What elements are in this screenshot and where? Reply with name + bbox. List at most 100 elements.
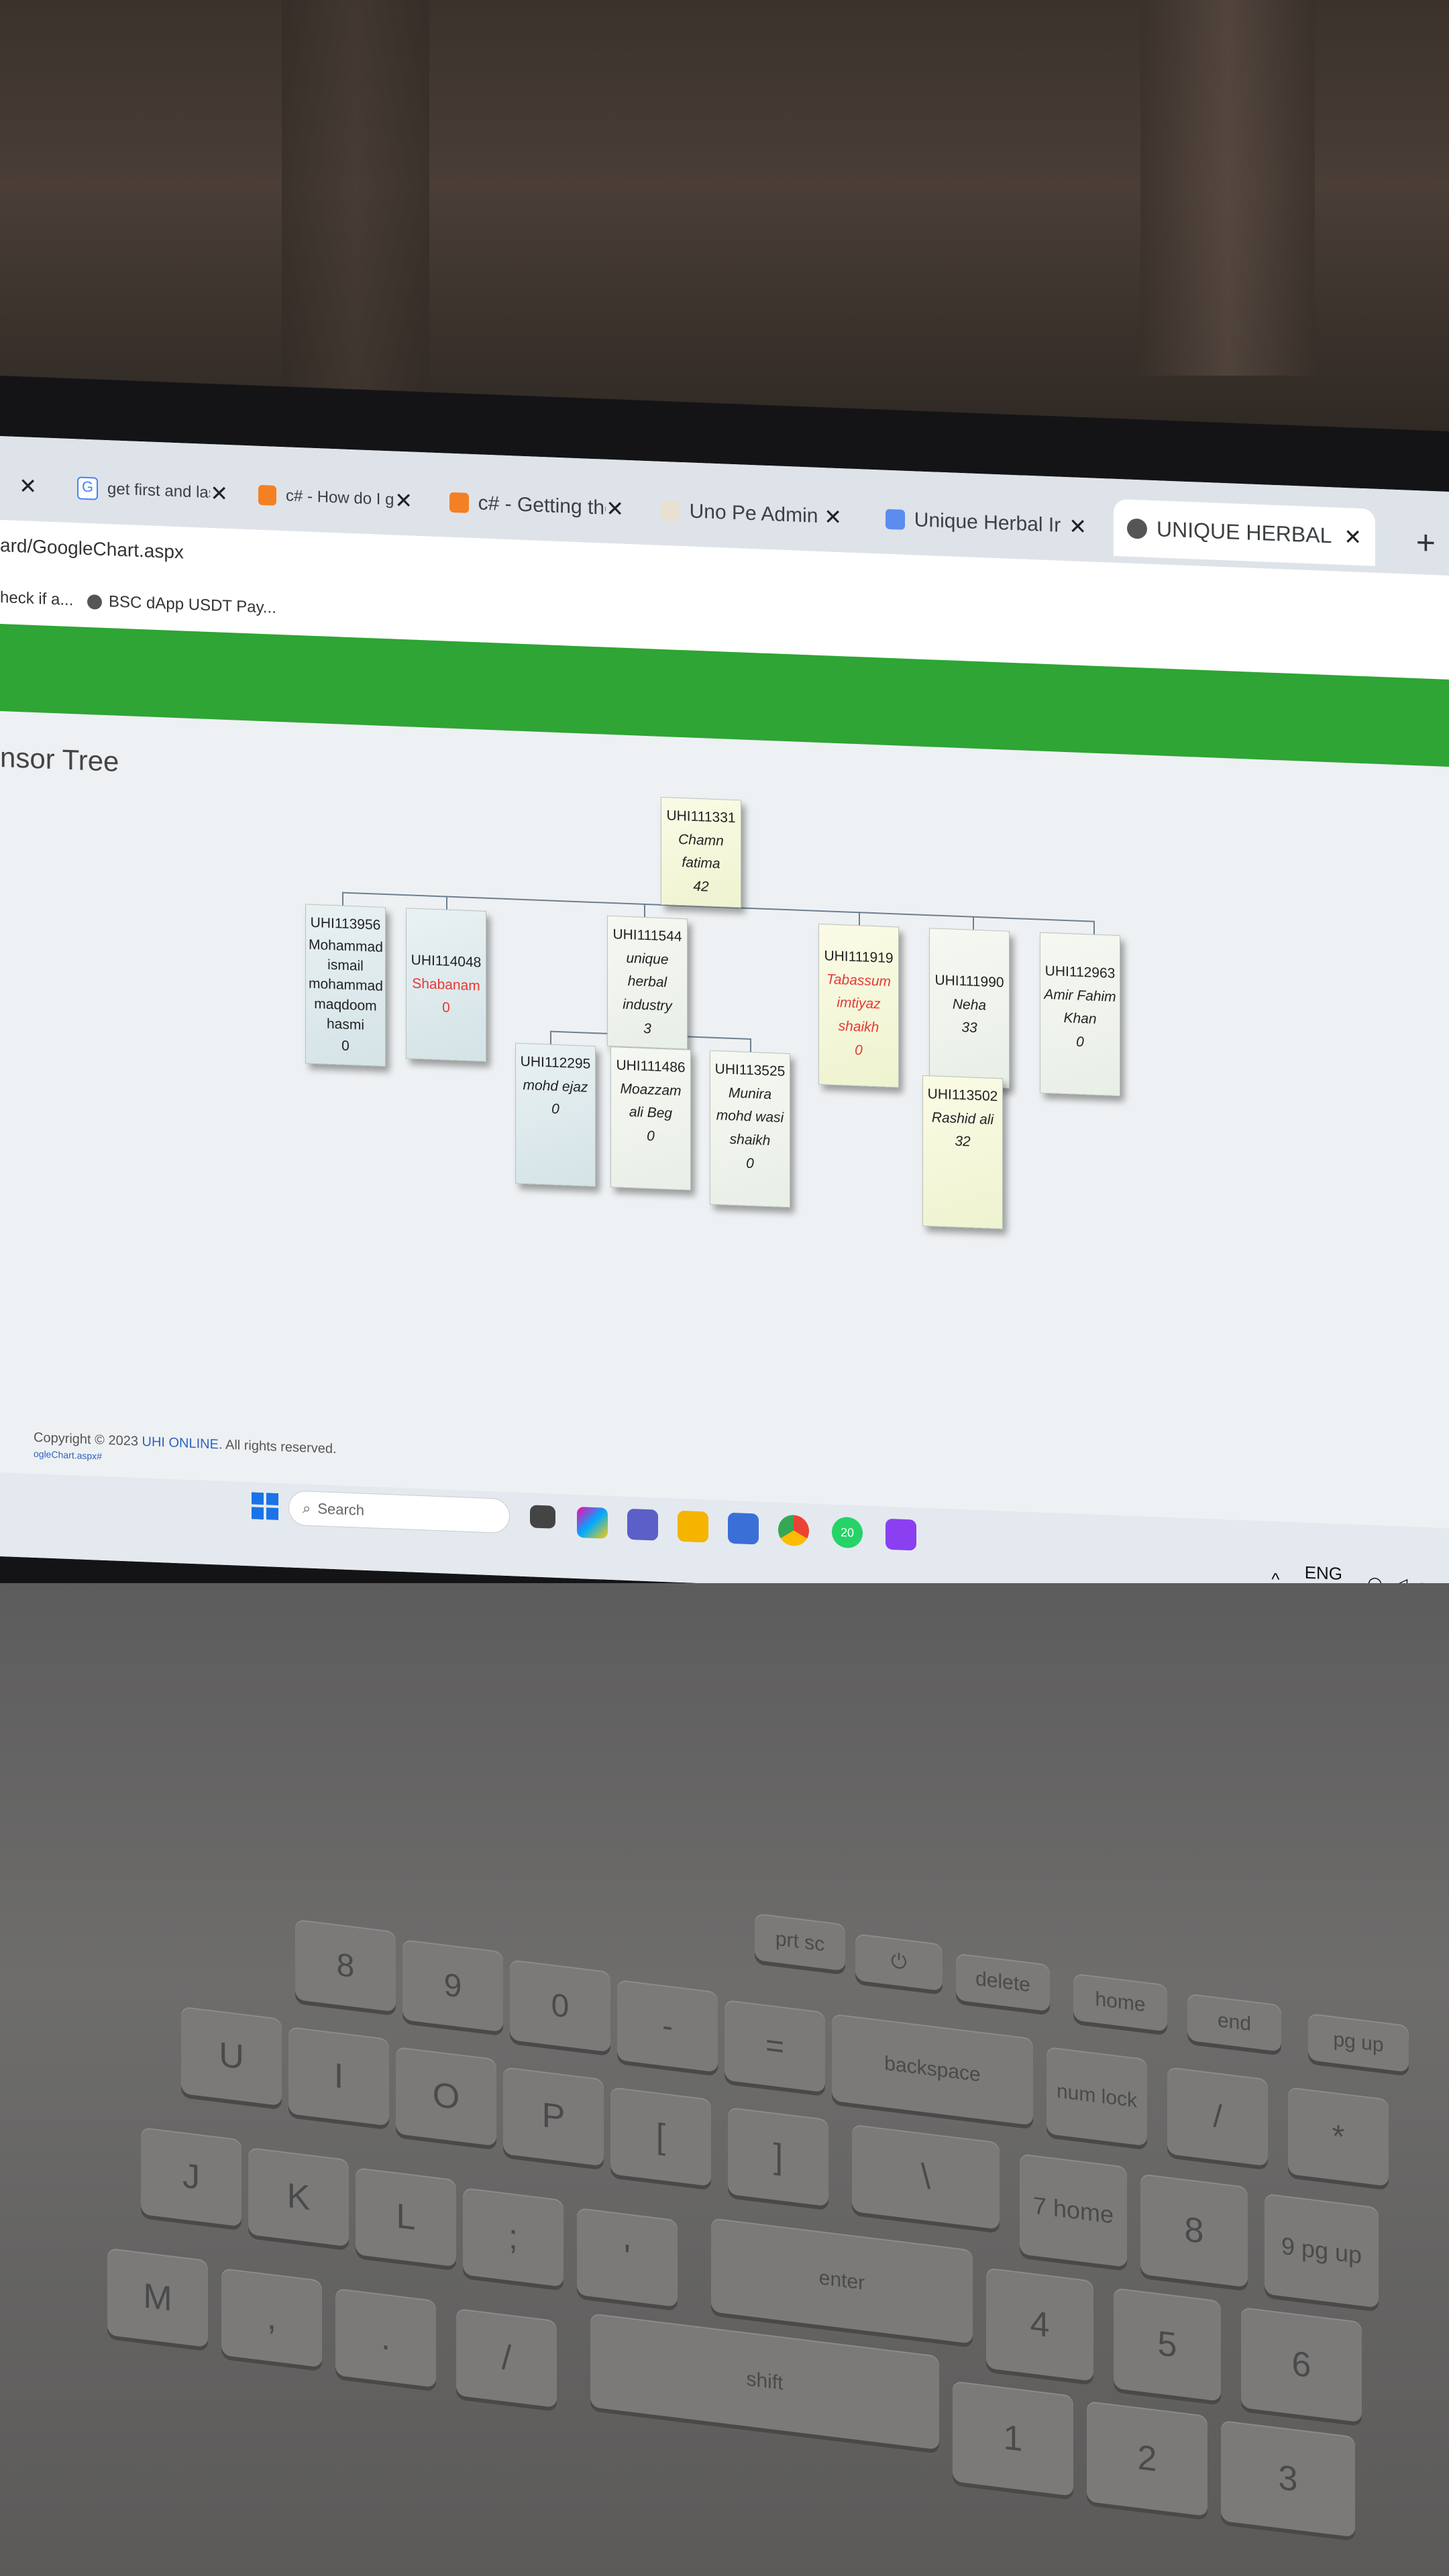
visual-studio-icon[interactable]	[885, 1518, 916, 1551]
key-pgup[interactable]: pg up	[1308, 2012, 1409, 2073]
node-count: 0	[855, 1042, 863, 1058]
tree-node[interactable]: UHI112295 mohd ejaz 0	[515, 1042, 596, 1187]
app-icon[interactable]	[728, 1512, 759, 1545]
key-num4[interactable]: 4	[986, 2267, 1093, 2381]
tree-node[interactable]: UHI111544 unique herbal industry 3	[607, 915, 688, 1050]
key-semicolon[interactable]: ;	[463, 2187, 564, 2288]
key-equals[interactable]: =	[724, 1999, 825, 2093]
node-name: Moazzam ali Beg	[620, 1081, 682, 1122]
node-count: 32	[955, 1133, 971, 1150]
laptop-screen: ✕ G get first and last ✕ c# - How do I g…	[0, 436, 1449, 1612]
node-name: Mohammad ismail mohammad maqdoom hasmi	[309, 936, 383, 1034]
key-num9[interactable]: 9 pg up	[1265, 2193, 1379, 2308]
key-minus[interactable]: -	[617, 1979, 718, 2073]
tray-lang: ENG	[1304, 1562, 1343, 1584]
key-enter[interactable]: enter	[711, 2218, 973, 2344]
tree-connector	[1093, 920, 1095, 934]
curtain	[1140, 0, 1315, 376]
task-view-icon[interactable]	[530, 1505, 555, 1529]
key-9[interactable]: 9	[402, 1939, 503, 2033]
node-id: UHI111919	[824, 948, 894, 967]
tree-node[interactable]: UHI111919 Tabassum imtiyaz shaikh 0	[818, 923, 899, 1088]
tree-connector	[446, 896, 447, 910]
tree-node[interactable]: UHI113525 Munira mohd wasi shaikh 0	[710, 1050, 790, 1208]
taskbar-search-input[interactable]: ⌕ Search	[288, 1490, 510, 1534]
key-forward-slash[interactable]: /	[456, 2308, 557, 2408]
key-power[interactable]: ⏻	[855, 1933, 943, 1991]
tree-connector	[750, 1038, 751, 1053]
key-backspace[interactable]: backspace	[832, 2013, 1033, 2126]
key-quote[interactable]: '	[577, 2207, 678, 2308]
keyboard: prt sc ⏻ delete home end pg up 8 9 0 - =…	[0, 1717, 1449, 2576]
node-count: 3	[643, 1020, 651, 1036]
key-num2[interactable]: 2	[1087, 2400, 1208, 2517]
copilot-icon[interactable]	[577, 1507, 608, 1539]
key-shift[interactable]: shift	[590, 2313, 939, 2450]
key-0[interactable]: 0	[510, 1959, 610, 2053]
key-home[interactable]: home	[1073, 1973, 1167, 2032]
tree-node[interactable]: UHI111990 Neha 33	[929, 928, 1010, 1089]
key-p[interactable]: P	[503, 2066, 604, 2167]
key-8[interactable]: 8	[295, 1919, 396, 2012]
key-delete[interactable]: delete	[956, 1953, 1050, 2012]
node-count: 0	[1076, 1034, 1084, 1050]
node-id: UHI112963	[1044, 963, 1116, 981]
key-u[interactable]: U	[181, 2006, 282, 2106]
node-id: UHI111486	[616, 1057, 686, 1076]
key-num6[interactable]: 6	[1241, 2306, 1362, 2423]
node-id: UHI112295	[520, 1053, 591, 1072]
node-name: Tabassum imtiyaz shaikh	[826, 971, 892, 1036]
node-count: 42	[693, 878, 709, 895]
key-bracket-left[interactable]: [	[610, 2086, 711, 2187]
windows-start-icon[interactable]	[252, 1492, 278, 1520]
key-j[interactable]: J	[141, 2127, 241, 2227]
tree-node[interactable]: UHI111486 Moazzam ali Beg 0	[610, 1046, 691, 1191]
key-slash[interactable]: /	[1167, 2066, 1268, 2167]
key-num7[interactable]: 7 home	[1020, 2153, 1127, 2267]
key-k[interactable]: K	[248, 2147, 349, 2247]
key-numlock[interactable]: num lock	[1046, 2046, 1147, 2147]
node-name: Shabanam	[412, 975, 480, 994]
node-count: 0	[341, 1038, 350, 1054]
key-num3[interactable]: 3	[1221, 2420, 1355, 2538]
key-period[interactable]: .	[335, 2288, 436, 2388]
key-num1[interactable]: 1	[953, 2380, 1073, 2497]
tree-connector	[342, 892, 343, 906]
curtain	[282, 0, 429, 402]
file-explorer-icon[interactable]	[678, 1510, 708, 1543]
node-count: 0	[647, 1128, 655, 1144]
key-i[interactable]: I	[288, 2026, 389, 2127]
key-num5[interactable]: 5	[1114, 2288, 1221, 2402]
chrome-icon[interactable]	[778, 1514, 809, 1547]
whatsapp-badge: 20	[840, 1525, 855, 1540]
tree-connector	[550, 1030, 551, 1044]
tree-node[interactable]: UHI113956 Mohammad ismail mohammad maqdo…	[305, 904, 386, 1067]
key-prtsc[interactable]: prt sc	[755, 1913, 845, 1972]
tree-connector	[644, 903, 645, 917]
footer-brand-link[interactable]: UHI ONLINE	[142, 1434, 219, 1452]
node-name: Amir Fahim Khan	[1044, 986, 1116, 1028]
whatsapp-icon[interactable]: 20	[832, 1516, 863, 1549]
tree-node-root[interactable]: UHI111331 Chamn fatima 42	[661, 796, 741, 908]
key-bracket-right[interactable]: ]	[728, 2106, 828, 2207]
tree-node[interactable]: UHI113502 Rashid ali 32	[922, 1075, 1003, 1230]
key-backslash[interactable]: \	[852, 2124, 1000, 2230]
key-asterisk[interactable]: *	[1288, 2086, 1389, 2187]
node-count: 0	[746, 1155, 754, 1171]
teams-icon[interactable]	[627, 1508, 658, 1541]
key-num8[interactable]: 8	[1140, 2174, 1248, 2288]
key-m[interactable]: M	[107, 2247, 208, 2348]
key-l[interactable]: L	[356, 2167, 456, 2267]
node-count: 0	[551, 1101, 559, 1118]
node-count: 0	[442, 1000, 450, 1016]
node-id: UHI113525	[714, 1061, 786, 1079]
key-o[interactable]: O	[396, 2046, 496, 2147]
node-name: Munira mohd wasi shaikh	[716, 1085, 784, 1149]
node-id: UHI113956	[310, 914, 381, 933]
key-end[interactable]: end	[1187, 1993, 1281, 2052]
key-comma[interactable]: ,	[221, 2267, 322, 2368]
tree-connector	[859, 912, 860, 926]
tree-node[interactable]: UHI112963 Amir Fahim Khan 0	[1040, 932, 1120, 1097]
tree-node[interactable]: UHI114048 Shabanam 0	[406, 908, 486, 1062]
node-name: unique herbal industry	[623, 950, 672, 1014]
